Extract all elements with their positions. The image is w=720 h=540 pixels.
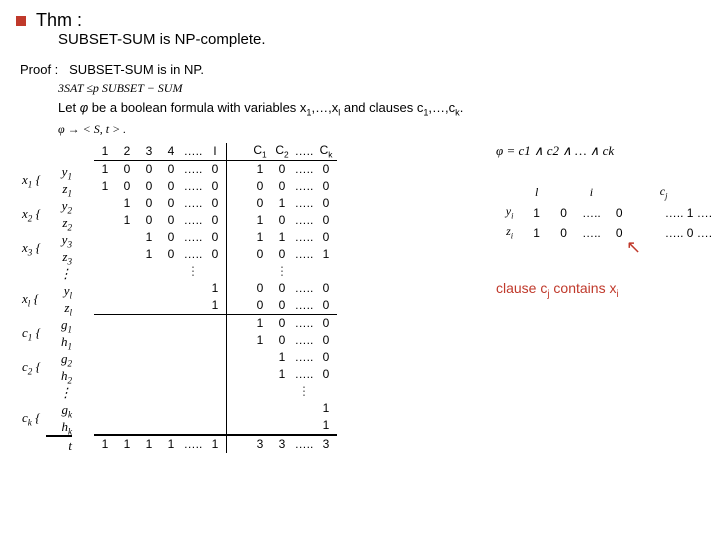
mini-table: licj yi10…..0….. 1 …. zi10…..0….. 0 …. [496,183,720,243]
clause-note: clause cj contains xi [496,280,720,300]
proof-lead: Proof : [20,62,58,77]
table-header: 1234…..l C1C2…..Ck [94,143,337,161]
phi-map: φ → < S, t > . [58,122,720,137]
phi-expansion: φ = c1 ∧ c2 ∧ … ∧ ck [496,143,720,159]
thm-statement: SUBSET-SUM is NP-complete. [58,31,720,48]
reduction-line: 3SAT ≤p SUBSET − SUM [58,81,720,96]
target-row: 1111…..133…..3 [94,435,337,453]
proof-text: SUBSET-SUM is in NP. [69,62,204,77]
arrow-icon: ↖ [626,237,720,258]
bullet-square [16,16,26,26]
proof-line: Proof : SUBSET-SUM is in NP. [20,62,720,77]
thm-label: Thm : [36,10,82,31]
construction-table: 1234…..l C1C2…..Ck 1000…..010…..0 1000….… [94,143,337,453]
row-labels: y1z1 y2z2 y3z3 ⋮ ylzl g1h1 g2h2 ⋮ gkhk t [46,163,72,454]
let-line: Let φ be a boolean formula with variable… [58,100,720,118]
var-pair-labels: x1 { x2 { x3 { xl { c1 { c2 { ck { [22,163,41,435]
